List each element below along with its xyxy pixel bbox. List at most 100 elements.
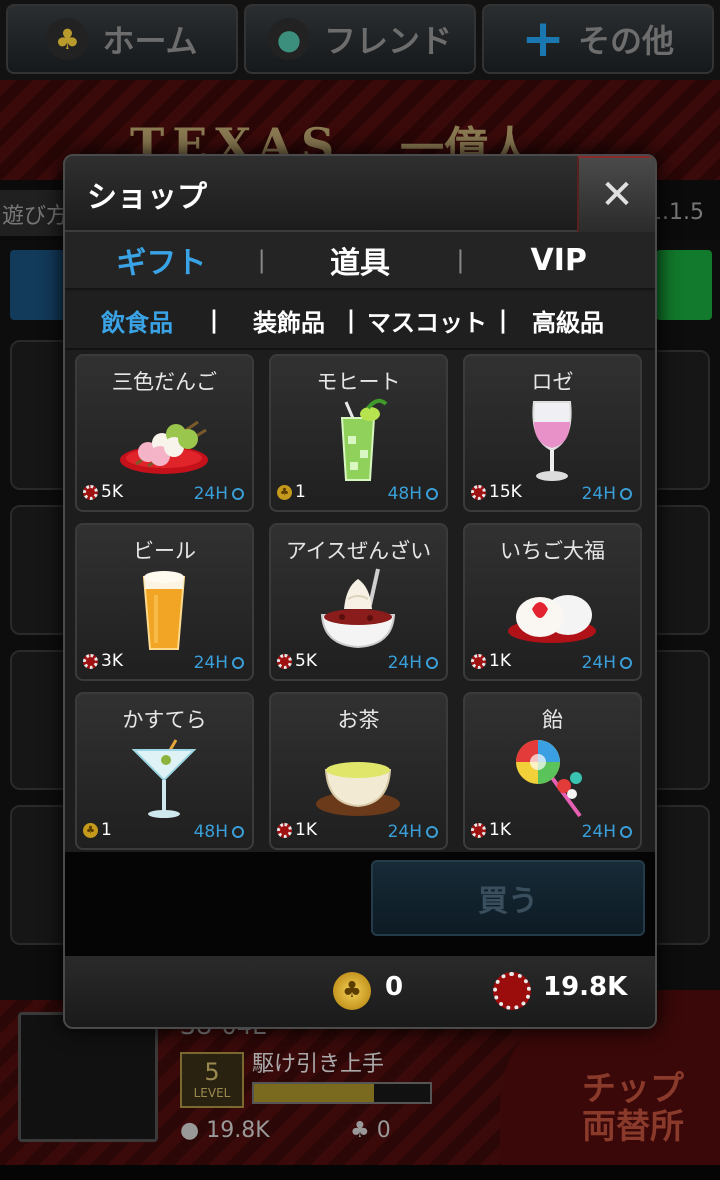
item-price: 15K xyxy=(471,482,522,502)
item-duration-value: 24H xyxy=(387,822,422,842)
ice-zenzai-icon xyxy=(320,568,396,649)
tab-vip[interactable]: VIP xyxy=(462,243,655,278)
xp-bar-fill xyxy=(254,1084,374,1102)
martini-icon xyxy=(131,739,197,818)
shop-item-candy[interactable]: 飴 1K 24H xyxy=(463,692,642,850)
shop-item-rose[interactable]: ロゼ 15K 24H xyxy=(463,354,642,512)
how-to-play-button[interactable]: 遊び方 xyxy=(0,190,70,236)
item-price-value: 1 xyxy=(101,820,112,840)
balance-bar: ♣ 0 19.8K xyxy=(65,956,655,1027)
background-card xyxy=(10,505,70,635)
timer-icon xyxy=(232,657,244,669)
subtab-mascot[interactable]: マスコット xyxy=(359,303,495,338)
timer-icon xyxy=(232,826,244,838)
shop-item-beer[interactable]: ビール 3K 24H xyxy=(75,523,254,681)
item-price-value: 1K xyxy=(489,651,511,671)
item-name: ビール xyxy=(133,539,196,563)
home-nav-label: ホーム xyxy=(102,22,198,60)
shop-item-ice-zenzai[interactable]: アイスぜんざい 5K 24H xyxy=(269,523,448,681)
chip-icon xyxy=(83,484,98,500)
chip-icon xyxy=(277,822,292,838)
item-name: 三色だんご xyxy=(112,370,217,394)
item-price-value: 1K xyxy=(489,820,511,840)
shop-tabs: ギフト | 道具 | VIP xyxy=(65,232,655,290)
item-price-value: 5K xyxy=(101,482,123,502)
item-price: 1K xyxy=(471,651,511,671)
background-green-panel xyxy=(656,250,712,320)
item-grid: 三色だんご 5K 24H モヒート ♣ 1 48H ロゼ 15K 24H ビール… xyxy=(75,354,645,850)
item-duration-value: 24H xyxy=(581,653,616,673)
gold-balance: 0 xyxy=(385,972,404,1002)
friends-nav-button[interactable]: ● フレンド xyxy=(244,4,476,74)
other-nav-label: その他 xyxy=(577,22,674,60)
player-gold: ♣ 0 xyxy=(350,1118,391,1143)
close-icon: ✕ xyxy=(600,172,634,218)
timer-icon xyxy=(426,657,438,669)
shop-item-strawberry-daifuku[interactable]: いちご大福 1K 24H xyxy=(463,523,642,681)
item-price-value: 15K xyxy=(489,482,522,502)
level-label: LEVEL xyxy=(193,1086,231,1100)
tab-gift[interactable]: ギフト xyxy=(65,238,258,282)
chip-icon xyxy=(471,822,486,838)
level-badge: 5 LEVEL xyxy=(180,1052,244,1108)
home-nav-button[interactable]: ♣ ホーム xyxy=(6,4,238,74)
subtab-separator: | xyxy=(346,306,356,334)
player-gold-value: 0 xyxy=(376,1118,391,1143)
gold-coin-icon: ♣ xyxy=(333,972,371,1010)
chip-balance: 19.8K xyxy=(543,972,628,1002)
item-duration: 24H xyxy=(582,653,632,673)
item-name: アイスぜんざい xyxy=(285,539,432,563)
timer-icon xyxy=(620,657,632,669)
plus-icon: + xyxy=(521,9,565,69)
item-name: いちご大福 xyxy=(500,539,605,563)
item-price: 5K xyxy=(83,482,123,502)
shop-subtabs: 飲食品 | 装飾品 | マスコット | 高級品 xyxy=(65,292,655,350)
shop-header: ショップ ✕ xyxy=(65,156,655,232)
item-duration: 24H xyxy=(194,653,244,673)
gold-coin-icon: ♣ xyxy=(277,484,292,500)
avatar[interactable] xyxy=(18,1012,158,1142)
item-price-value: 1 xyxy=(295,482,306,502)
lollipop-icon xyxy=(516,740,582,818)
background-card xyxy=(650,805,710,945)
buy-button[interactable]: 買う xyxy=(371,860,645,936)
subtab-separator: | xyxy=(209,306,219,334)
item-name: モヒート xyxy=(316,370,401,394)
item-duration: 48H xyxy=(388,484,438,504)
subtab-luxury[interactable]: 高級品 xyxy=(511,303,625,338)
item-duration: 48H xyxy=(194,822,244,842)
strawberry-daifuku-icon xyxy=(508,595,596,643)
item-price-value: 5K xyxy=(295,651,317,671)
background-card xyxy=(10,650,70,790)
buy-area: 買う xyxy=(65,852,655,956)
background-card xyxy=(650,505,710,635)
item-duration: 24H xyxy=(582,822,632,842)
tab-tools[interactable]: 道具 xyxy=(264,238,457,282)
shop-item-mojito[interactable]: モヒート ♣ 1 48H xyxy=(269,354,448,512)
other-nav-button[interactable]: + その他 xyxy=(482,4,714,74)
exchange-line1: チップ xyxy=(582,1069,684,1109)
item-name: 飴 xyxy=(542,708,563,732)
item-duration-value: 24H xyxy=(193,653,228,673)
player-chips-value: 19.8K xyxy=(206,1118,270,1143)
subtab-decoration[interactable]: 装飾品 xyxy=(235,303,343,338)
item-duration-value: 48H xyxy=(387,484,422,504)
shop-item-castella[interactable]: かすてら ♣ 1 48H xyxy=(75,692,254,850)
beer-icon xyxy=(142,571,186,650)
item-price: ♣ 1 xyxy=(277,482,306,502)
item-price-value: 1K xyxy=(295,820,317,840)
chip-icon xyxy=(83,653,98,669)
club-icon: ♣ xyxy=(46,18,89,60)
timer-icon xyxy=(620,488,632,500)
timer-icon xyxy=(232,488,244,500)
mojito-icon xyxy=(340,398,388,481)
shop-item-tea[interactable]: お茶 1K 24H xyxy=(269,692,448,850)
close-button[interactable]: ✕ xyxy=(577,156,655,232)
chip-icon xyxy=(277,653,292,669)
shop-item-dango[interactable]: 三色だんご 5K 24H xyxy=(75,354,254,512)
chip-icon xyxy=(471,484,486,500)
item-price: ♣ 1 xyxy=(83,820,112,840)
friends-nav-label: フレンド xyxy=(323,22,452,60)
subtab-food[interactable]: 飲食品 xyxy=(81,303,193,338)
background-card xyxy=(10,340,70,490)
